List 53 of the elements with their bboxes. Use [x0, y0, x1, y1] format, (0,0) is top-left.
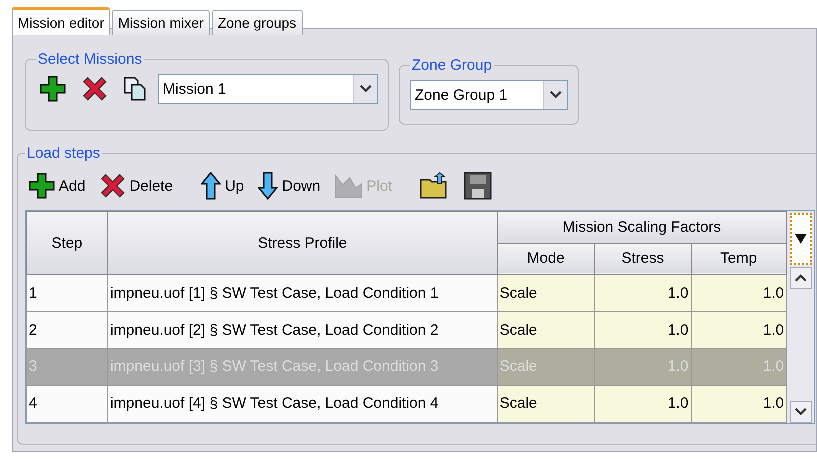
table-cell: 1.0	[594, 385, 692, 422]
column-menu-button[interactable]	[790, 213, 812, 265]
table-cell: impneu.uof [4] § SW Test Case, Load Condition 4	[108, 385, 498, 422]
copy-icon	[124, 77, 146, 101]
x-icon	[100, 173, 126, 199]
down-arrow-icon	[258, 172, 278, 200]
chevron-down-icon	[550, 91, 562, 99]
chart-icon	[334, 173, 363, 199]
column-header[interactable]: Stress	[594, 243, 692, 275]
mission-dropdown[interactable]: Mission 1	[158, 74, 378, 104]
zone-group-dropdown[interactable]: Zone Group 1	[410, 80, 568, 110]
table-cell: 1	[26, 274, 108, 312]
table-cell: 2	[26, 312, 108, 348]
table-cell: Scale	[497, 274, 595, 312]
plus-icon	[40, 76, 66, 102]
x-icon	[82, 76, 108, 102]
chevron-down-icon	[360, 85, 372, 93]
table-cell: 1.0	[594, 274, 692, 312]
group-title: Zone Group	[411, 57, 494, 74]
table-cell: 1.0	[594, 348, 692, 386]
table-cell: impneu.uof [2] § SW Test Case, Load Condition 2	[108, 312, 498, 348]
plus-icon	[29, 173, 55, 199]
down-button[interactable]: Down	[254, 172, 325, 200]
scroll-up-button[interactable]	[790, 267, 812, 289]
tab[interactable]: Mission editor	[12, 7, 110, 35]
tab[interactable]: Zone groups	[212, 10, 303, 35]
triangle-down-icon	[794, 233, 808, 245]
up-arrow-icon	[201, 172, 222, 200]
chevron-up-icon	[794, 274, 807, 282]
column-header[interactable]: Temp	[691, 243, 787, 275]
column-header[interactable]: Stress Profile	[108, 212, 498, 275]
table-cell: Scale	[497, 312, 595, 348]
column-header[interactable]: Step	[26, 212, 108, 275]
delete-button[interactable]: Delete	[96, 173, 178, 199]
column-group-header: Mission Scaling Factors	[497, 212, 787, 244]
table-cell: 1.0	[691, 348, 787, 386]
scrollbar[interactable]	[787, 211, 814, 423]
scroll-down-button[interactable]	[790, 401, 812, 423]
tab[interactable]: Mission mixer	[112, 10, 210, 35]
column-header[interactable]: Mode	[497, 243, 595, 275]
table-cell: 1.0	[691, 274, 787, 312]
add-button[interactable]: Add	[25, 173, 90, 199]
group-title: Load steps	[26, 145, 102, 162]
group-title: Select Missions	[37, 51, 144, 68]
table-cell: 1.0	[691, 385, 787, 422]
table-cell: Scale	[497, 385, 595, 422]
table-cell: 1.0	[594, 312, 692, 348]
table-cell: impneu.uof [1] § SW Test Case, Load Condition 1	[108, 274, 498, 312]
table-cell: 4	[26, 385, 108, 422]
up-button[interactable]: Up	[197, 172, 248, 200]
table-cell: Scale	[497, 348, 595, 386]
table-cell: 1.0	[691, 312, 787, 348]
chevron-down-icon	[794, 408, 807, 416]
